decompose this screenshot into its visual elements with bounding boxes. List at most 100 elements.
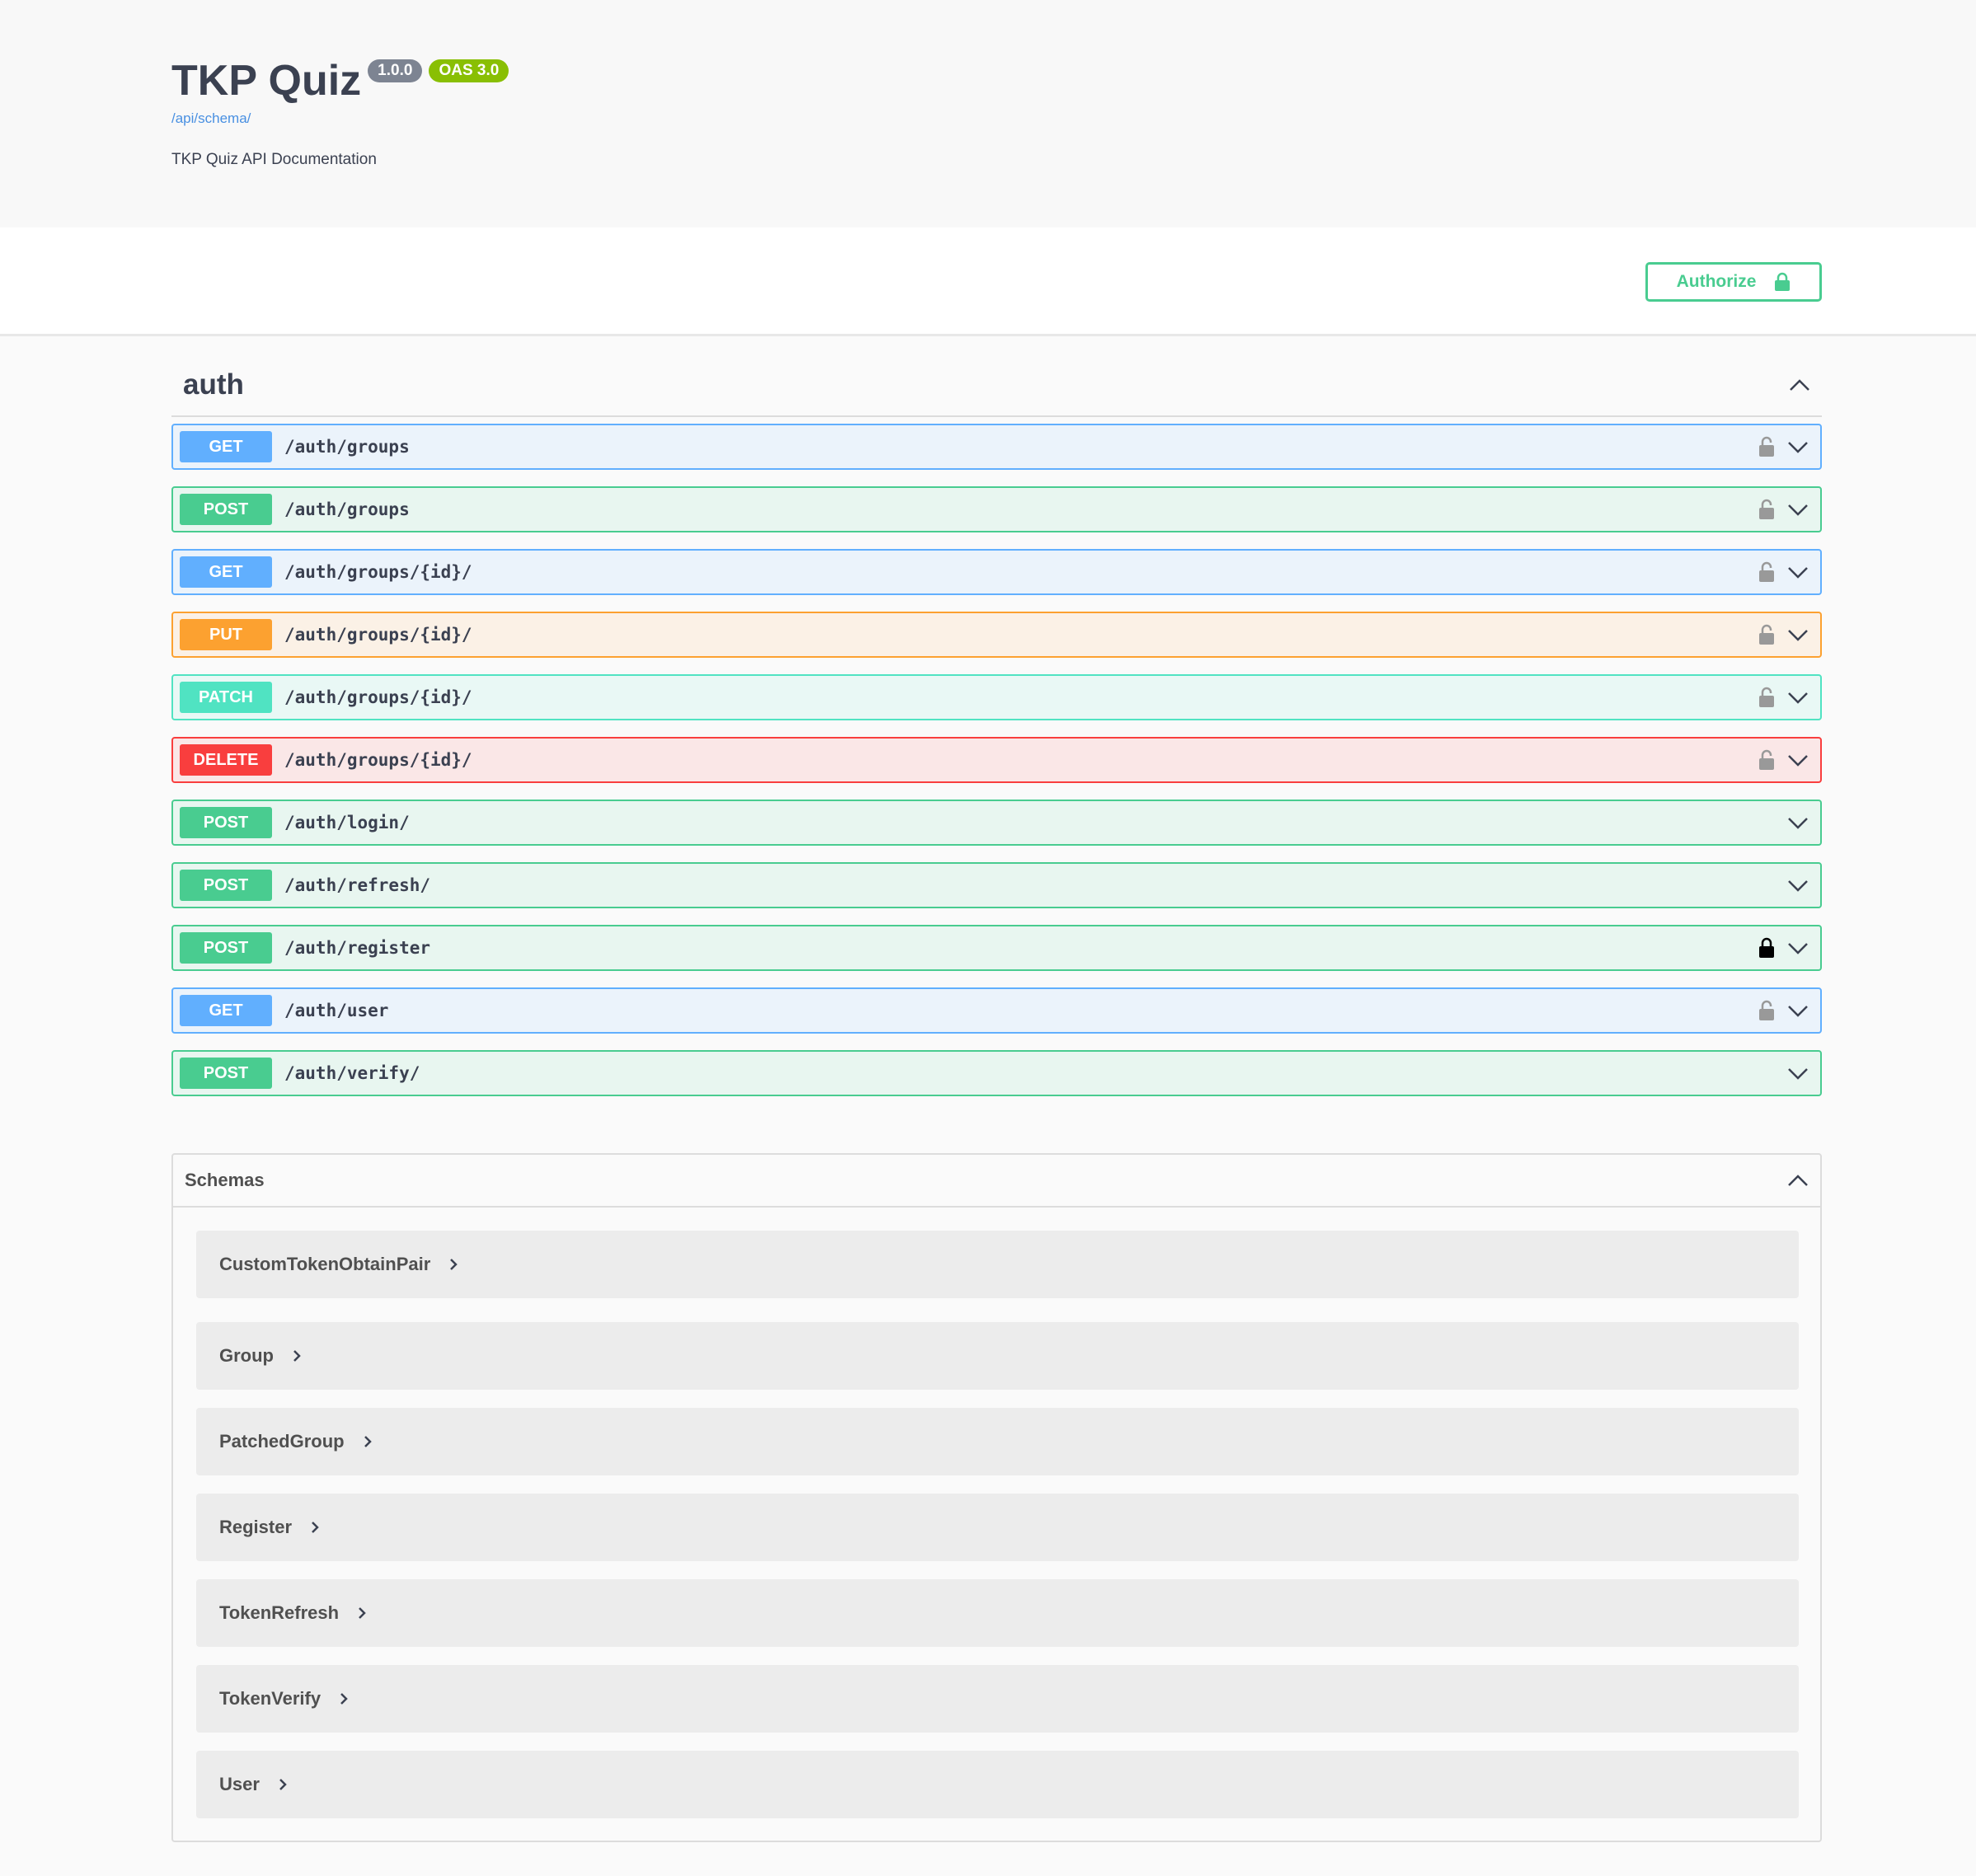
schema-name: CustomTokenObtainPair: [219, 1254, 431, 1274]
schema-name: Register: [219, 1517, 293, 1537]
operation-controls: [1758, 926, 1809, 969]
unlock-icon[interactable]: [1758, 687, 1775, 708]
operation-post[interactable]: POST/auth/verify/: [171, 1050, 1822, 1096]
operation-put[interactable]: PUT/auth/groups/{id}/: [171, 612, 1822, 658]
schemas-section: Schemas CustomTokenObtainPair Group Patche…: [171, 1153, 1822, 1842]
operation-post[interactable]: POST/auth/login/: [171, 800, 1822, 846]
oas-badge: OAS 3.0: [429, 59, 509, 82]
schemas-title: Schemas: [185, 1170, 265, 1190]
chevron-right-icon[interactable]: [278, 1777, 288, 1792]
chevron-right-icon[interactable]: [292, 1348, 302, 1363]
authorize-button[interactable]: Authorize: [1645, 262, 1822, 302]
schema-item[interactable]: TokenVerify: [196, 1665, 1799, 1733]
chevron-down-icon[interactable]: [1787, 565, 1809, 579]
operation-controls: [1758, 989, 1809, 1032]
chevron-down-icon[interactable]: [1787, 503, 1809, 516]
lock-slot: [1758, 1000, 1776, 1021]
operation-get[interactable]: GET/auth/user: [171, 987, 1822, 1034]
schema-item[interactable]: User: [196, 1751, 1799, 1818]
operation-controls: [1787, 1052, 1809, 1095]
schema-item[interactable]: PatchedGroup: [196, 1408, 1799, 1475]
title-row: TKP Quiz 1.0.0 OAS 3.0: [171, 51, 509, 110]
chevron-right-icon[interactable]: [363, 1434, 373, 1449]
chevron-right-icon[interactable]: [310, 1520, 320, 1535]
lock-slot: [1758, 436, 1776, 457]
operation-path: /auth/groups/{id}/: [284, 750, 472, 770]
scheme-container: Authorize: [0, 227, 1976, 336]
schema-name: User: [219, 1774, 260, 1794]
tag-header[interactable]: auth: [171, 354, 1822, 417]
schema-item[interactable]: CustomTokenObtainPair: [196, 1231, 1799, 1298]
chevron-right-icon[interactable]: [357, 1606, 367, 1620]
chevron-down-icon[interactable]: [1787, 753, 1809, 767]
chevron-down-icon[interactable]: [1787, 691, 1809, 704]
operation-path: /auth/login/: [284, 813, 410, 832]
unlock-icon[interactable]: [1758, 624, 1775, 645]
unlock-icon[interactable]: [1758, 561, 1775, 583]
chevron-up-icon[interactable]: [1787, 1174, 1809, 1187]
schema-name: Group: [219, 1345, 274, 1366]
schema-name: PatchedGroup: [219, 1431, 345, 1452]
chevron-down-icon[interactable]: [1787, 816, 1809, 829]
lock-slot: [1758, 687, 1776, 708]
schema-link[interactable]: /api/schema/: [171, 110, 251, 127]
operation-post[interactable]: POST/auth/refresh/: [171, 862, 1822, 908]
chevron-down-icon[interactable]: [1787, 440, 1809, 453]
operation-post[interactable]: POST/auth/groups: [171, 486, 1822, 532]
operation-path: /auth/groups/{id}/: [284, 562, 472, 582]
chevron-down-icon[interactable]: [1787, 1067, 1809, 1080]
lock-icon[interactable]: [1758, 937, 1775, 959]
schemas-header[interactable]: Schemas: [173, 1155, 1820, 1208]
operation-controls: [1758, 551, 1809, 593]
operation-controls: [1787, 801, 1809, 844]
unlock-icon[interactable]: [1758, 436, 1775, 457]
lock-slot: [1758, 499, 1776, 520]
operation-controls: [1787, 864, 1809, 907]
tag-section-auth: auth GET/auth/groups POST/auth/groups GET /…: [171, 354, 1822, 1096]
unlock-icon[interactable]: [1758, 749, 1775, 771]
lock-icon: [1775, 272, 1791, 291]
operation-path: /auth/groups: [284, 499, 410, 519]
operation-path: /auth/user: [284, 1001, 389, 1020]
method-badge: GET: [180, 431, 272, 462]
operation-controls: [1758, 425, 1809, 468]
chevron-down-icon[interactable]: [1787, 628, 1809, 641]
info-section: TKP Quiz 1.0.0 OAS 3.0 /api/schema/ TKP …: [0, 0, 1976, 227]
schema-name: TokenRefresh: [219, 1602, 340, 1623]
operation-path: /auth/verify/: [284, 1063, 420, 1083]
schema-item[interactable]: Register: [196, 1494, 1799, 1561]
chevron-down-icon[interactable]: [1787, 1004, 1809, 1017]
operation-controls: [1758, 739, 1809, 781]
schema-item[interactable]: TokenRefresh: [196, 1579, 1799, 1647]
operation-patch[interactable]: PATCH/auth/groups/{id}/: [171, 674, 1822, 720]
version-badge: 1.0.0: [368, 59, 423, 82]
method-badge: PATCH: [180, 682, 272, 713]
schema-name: TokenVerify: [219, 1688, 322, 1709]
authorize-label: Authorize: [1676, 272, 1757, 291]
tag-name: auth: [183, 368, 244, 401]
chevron-down-icon[interactable]: [1787, 879, 1809, 892]
unlock-icon[interactable]: [1758, 499, 1775, 520]
unlock-icon[interactable]: [1758, 1000, 1775, 1021]
method-badge: DELETE: [180, 744, 272, 776]
api-title: TKP Quiz: [171, 57, 362, 105]
method-badge: GET: [180, 556, 272, 588]
chevron-right-icon[interactable]: [339, 1691, 349, 1706]
operation-path: /auth/groups/{id}/: [284, 625, 472, 645]
operation-path: /auth/refresh/: [284, 875, 431, 895]
lock-slot: [1758, 561, 1776, 583]
operation-get[interactable]: GET/auth/groups: [171, 424, 1822, 470]
method-badge: GET: [180, 995, 272, 1026]
operation-delete[interactable]: DELETE/auth/groups/{id}/: [171, 737, 1822, 783]
chevron-right-icon[interactable]: [448, 1257, 458, 1272]
lock-slot: [1758, 749, 1776, 771]
chevron-up-icon[interactable]: [1789, 378, 1810, 392]
chevron-down-icon[interactable]: [1787, 941, 1809, 954]
api-description: TKP Quiz API Documentation: [171, 151, 377, 168]
operation-get[interactable]: GET/auth/groups/{id}/: [171, 549, 1822, 595]
schema-item[interactable]: Group: [196, 1322, 1799, 1390]
operation-post[interactable]: POST/auth/register: [171, 925, 1822, 971]
lock-slot: [1758, 624, 1776, 645]
method-badge: POST: [180, 870, 272, 901]
operation-controls: [1758, 613, 1809, 656]
